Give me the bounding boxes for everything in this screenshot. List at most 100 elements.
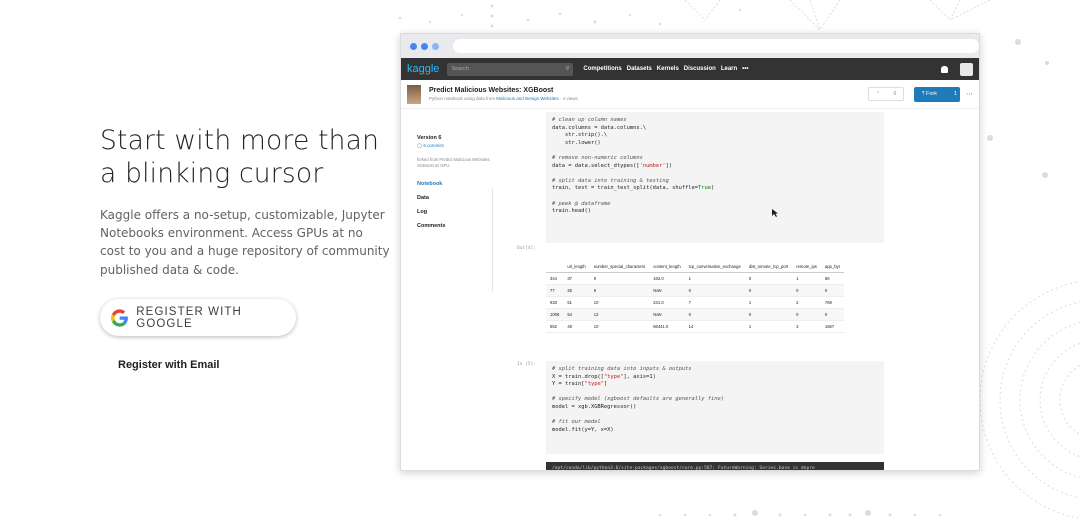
table-cell: 1008 <box>546 308 564 321</box>
table-cell: 37 <box>563 272 590 285</box>
browser-url-bar <box>453 39 979 53</box>
table-cell: 1 <box>684 272 745 285</box>
nav-more: ••• <box>742 66 749 72</box>
table-cell: 0 <box>792 284 821 297</box>
kaggle-nav-right <box>941 62 973 76</box>
table-cell: 1 <box>792 272 821 285</box>
fork-label: Fork <box>925 91 937 97</box>
commits-label: 6 commits <box>423 143 444 148</box>
code-cell-1: # clean up column names data.columns = d… <box>546 112 884 243</box>
table-cell: 0 <box>744 284 793 297</box>
version-label: Version 6 <box>417 135 442 141</box>
side-nav-data: Data <box>417 194 429 201</box>
mouse-cursor-icon <box>772 209 778 217</box>
nav-datasets: Datasets <box>626 66 652 72</box>
bell-icon <box>941 65 948 73</box>
fork-button: ⤒ Fork 1 <box>914 86 960 102</box>
hero-title-line1: Start with more than <box>100 125 380 156</box>
table-header: url_length <box>563 261 590 273</box>
table-header <box>546 261 564 273</box>
nav-competitions: Competitions <box>583 66 622 72</box>
kernel-subtitle: Python notebook using data from Maliciou… <box>429 96 578 101</box>
side-nav-log: Log <box>417 208 428 215</box>
kernel-sub-prefix: Python notebook using data from <box>429 96 497 101</box>
table-cell: 6 <box>589 284 650 297</box>
table-row: 1008 54 12 NaN 0 0 0 0 <box>546 308 844 321</box>
warning-output: /opt/conda/lib/python3.6/site-packages/x… <box>546 462 884 470</box>
table-cell: 0 <box>792 308 821 321</box>
table-header: content_length <box>649 261 685 273</box>
table-header: dist_remote_tcp_port <box>744 261 793 273</box>
browser-dot-icon <box>432 42 439 50</box>
table-cell: 66 <box>820 272 844 285</box>
table-cell: 26 <box>563 284 590 297</box>
table-cell: 51 <box>563 296 590 309</box>
table-cell: NaN <box>649 284 685 297</box>
table-cell: 933 <box>546 296 564 309</box>
kernel-header: Predict Malicious Websites: XGBoost Pyth… <box>401 80 979 109</box>
in-prompt: In [5]: <box>517 362 536 367</box>
table-cell: 0 <box>684 284 745 297</box>
table-cell: 862 <box>546 320 564 333</box>
table-cell: 0 <box>744 272 793 285</box>
register-with-google-button[interactable]: REGISTER WITH GOOGLE <box>100 299 296 336</box>
code-cell-2: # split training data into inputs & outp… <box>546 361 884 454</box>
dataframe-table: url_length number_special_characters con… <box>546 261 844 333</box>
register-with-email-link[interactable]: Register with Email <box>118 359 219 371</box>
table-cell: 0 <box>820 284 844 297</box>
table-row: 933 51 10 231.0 7 1 2 769 <box>546 296 844 309</box>
forked-from-text: forked from Predict Malicious Websites: … <box>417 157 491 168</box>
upvote-icon: ⌃ <box>875 91 880 97</box>
table-cell: 1 <box>744 320 793 333</box>
table-cell: 10 <box>589 320 650 333</box>
table-cell: 9 <box>589 272 650 285</box>
table-cell: 162.0 <box>649 272 685 285</box>
table-cell: 77 <box>546 284 564 297</box>
commits-link: ◯ 6 commits <box>417 143 495 149</box>
table-cell: 7 <box>684 296 745 309</box>
kaggle-notebook-screenshot: kaggle Search ⚲ Competitions Datasets Ke… <box>400 33 980 471</box>
search-icon: ⚲ <box>565 66 570 72</box>
hero-title-line2: a blinking cursor <box>100 158 324 189</box>
table-cell: 1567 <box>820 320 844 333</box>
kernel-side-nav: Notebook Data Log Comments <box>417 181 495 229</box>
kernel-title-block: Predict Malicious Websites: XGBoost Pyth… <box>429 87 578 101</box>
table-cell: 14 <box>684 320 745 333</box>
table-row: 77 26 6 NaN 0 0 0 0 <box>546 284 844 297</box>
kaggle-search-input: Search ⚲ <box>447 62 574 76</box>
kernel-sub-views: · 4 views <box>558 96 578 101</box>
nav-kernels: Kernels <box>656 66 679 72</box>
table-cell: 0 <box>744 308 793 321</box>
hero-section: Start with more than a blinking cursor K… <box>100 124 390 279</box>
table-cell: 231.0 <box>649 296 685 309</box>
commits-icon: ◯ <box>417 143 423 148</box>
out-prompt: Out[4]: <box>517 246 536 251</box>
table-cell: 769 <box>820 296 844 309</box>
side-nav-comments: Comments <box>417 222 446 229</box>
table-cell: 344 <box>546 272 564 285</box>
table-cell: 54 <box>563 308 590 321</box>
table-cell: 0 <box>820 308 844 321</box>
browser-dot-icon <box>421 42 428 50</box>
table-cell: 2 <box>792 296 821 309</box>
nav-learn: Learn <box>720 66 738 72</box>
browser-dot-icon <box>410 42 417 50</box>
kernel-sidebar: Version 6 ◯ 6 commits forked from Predic… <box>417 135 495 237</box>
kernel-thumbnail <box>407 84 421 104</box>
table-cell: 3 <box>792 320 821 333</box>
table-cell: 12 <box>589 308 650 321</box>
table-cell: 0 <box>684 308 745 321</box>
table-cell: 10 <box>589 296 650 309</box>
vote-count: 0 <box>893 91 897 97</box>
kaggle-nav-links: Competitions Datasets Kernels Discussion… <box>583 66 753 72</box>
kaggle-search-placeholder: Search <box>451 66 469 72</box>
dot-pattern-bottom <box>658 510 942 517</box>
google-icon <box>111 308 128 327</box>
table-cell: 1 <box>744 296 793 309</box>
table-header: remote_ips <box>792 261 821 273</box>
kernel-sub-dataset: Malicious and Benign Websites <box>496 96 559 101</box>
more-icon: ⋯ <box>966 91 973 98</box>
register-with-google-label: REGISTER WITH GOOGLE <box>136 305 242 330</box>
table-cell: NaN <box>649 308 685 321</box>
browser-chrome <box>401 34 979 58</box>
